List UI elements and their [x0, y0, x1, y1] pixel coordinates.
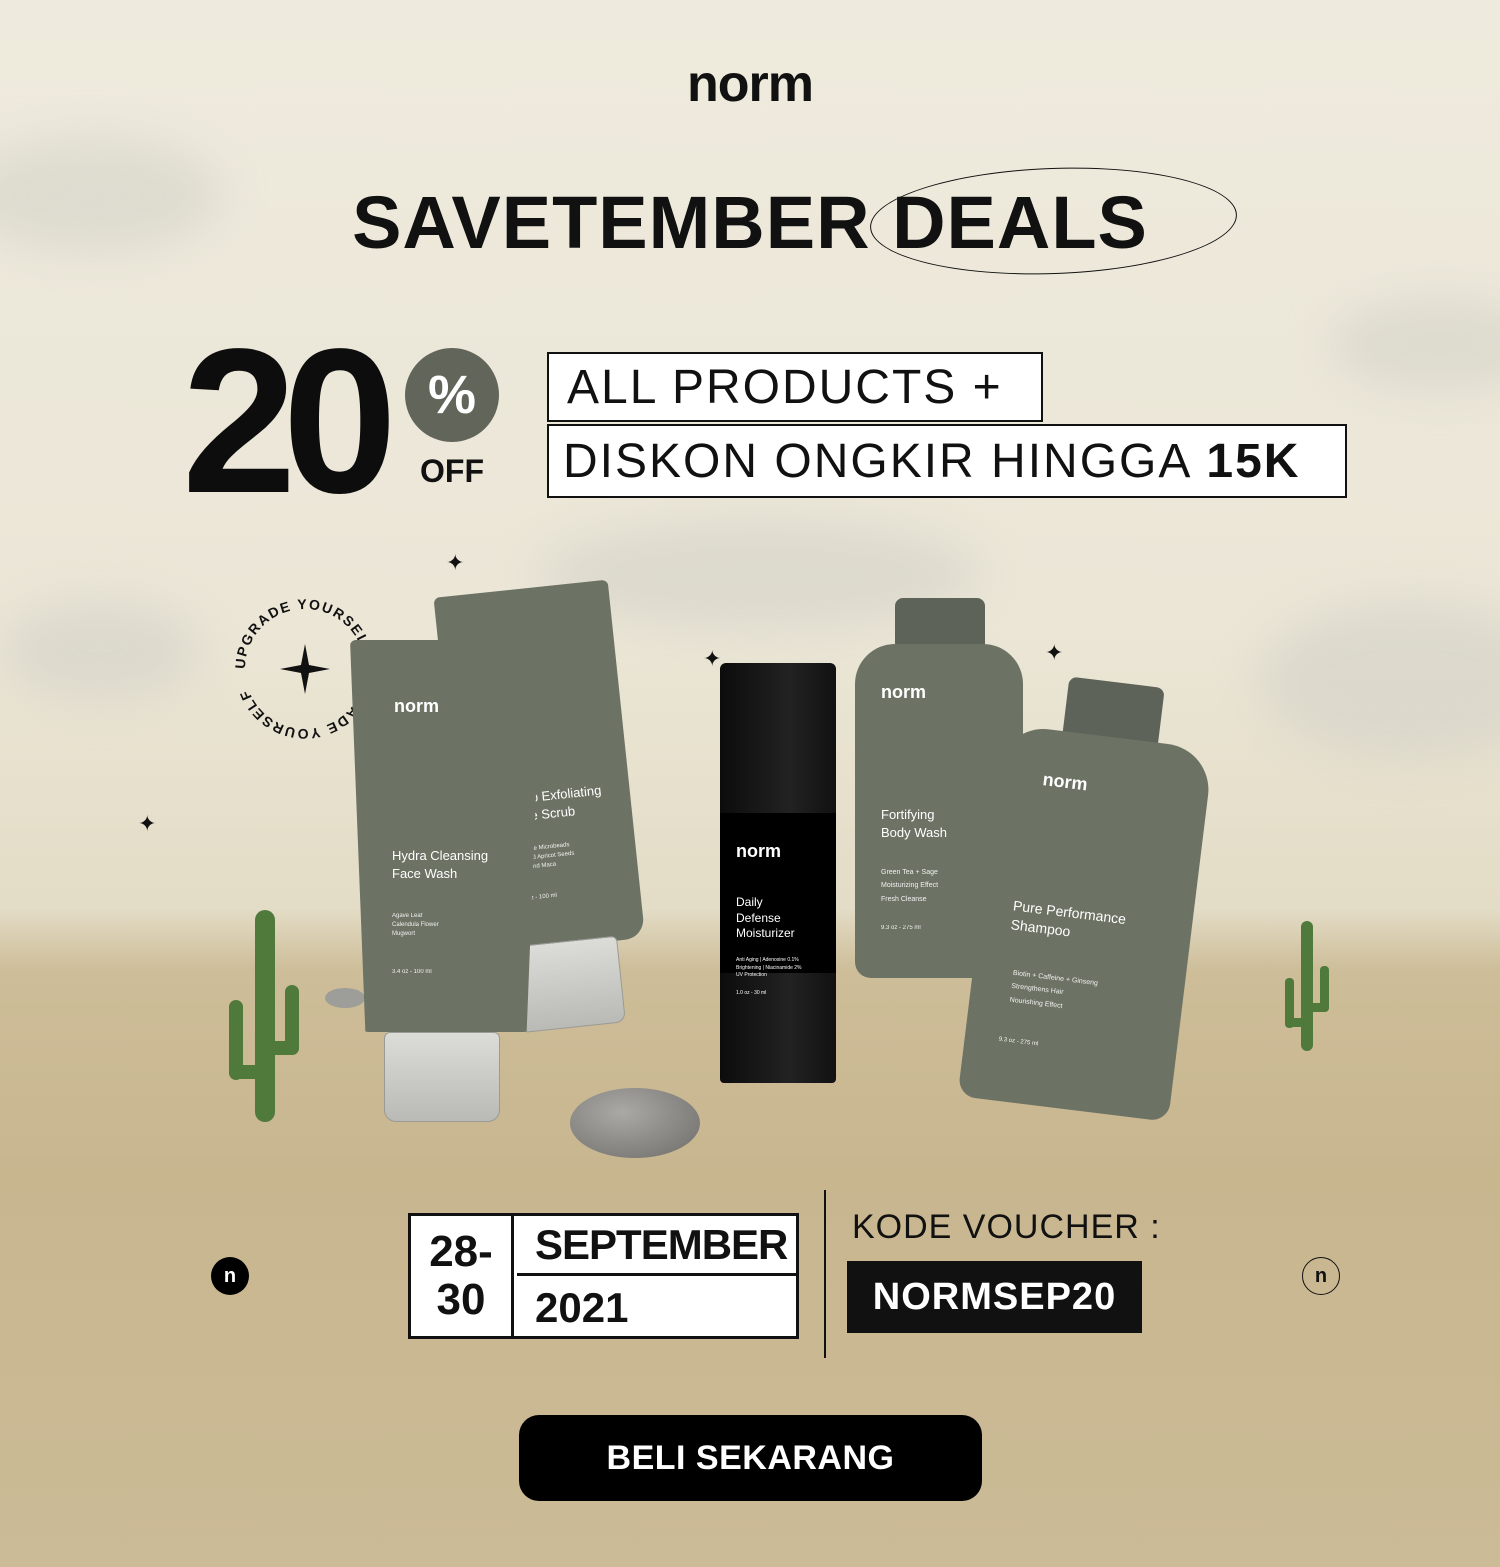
product-size: 3.4 oz - 100 ml — [392, 969, 432, 975]
divider — [824, 1190, 826, 1358]
product-size: 9.3 oz - 275 ml — [881, 925, 921, 931]
product-cap — [384, 1032, 500, 1122]
product-ingredients: Anti Aging | Adenosine 0.1% Brightening … — [736, 957, 802, 978]
norm-badge-left: n — [211, 1257, 249, 1295]
product-face-wash: norm Hydra Cleansing Face Wash Agave Lea… — [350, 640, 550, 1122]
norm-badge-right: n — [1302, 1257, 1340, 1295]
cloud — [1330, 300, 1500, 390]
cactus-left — [229, 910, 299, 1122]
offer-line-2-amount: 15K — [1206, 434, 1301, 488]
percent-badge: % — [405, 348, 499, 442]
voucher-code[interactable]: NORMSEP20 — [847, 1261, 1142, 1333]
buy-now-button[interactable]: BELI SEKARANG — [519, 1415, 982, 1501]
star-icon — [280, 644, 330, 694]
sparkle-icon: ✦ — [446, 550, 465, 575]
sparkle-icon: ✦ — [138, 811, 157, 836]
product-ingredients: Biotin + Caffeine + Ginseng Strengthens … — [1009, 969, 1099, 1010]
off-label: OFF — [420, 453, 484, 489]
cactus-right — [1285, 921, 1329, 1051]
product-label — [720, 813, 836, 973]
offer-line-1: ALL PRODUCTS + — [547, 352, 1043, 422]
offer-line-1-text: ALL PRODUCTS + — [567, 360, 1003, 414]
page-title: SAVETEMBER DEALS — [352, 181, 1148, 264]
cloud — [0, 600, 200, 700]
product-size: 1.0 oz - 30 ml — [736, 990, 767, 996]
rock — [570, 1088, 700, 1158]
date-year: 2021 — [535, 1283, 629, 1331]
product-moisturizer: norm Daily Defense Moisturizer Anti Agin… — [720, 663, 836, 1083]
discount-number: 20 — [182, 306, 397, 536]
product-name: Fortifying Body Wash — [881, 807, 947, 840]
product-name: Pure Performance Shampoo — [1009, 897, 1127, 940]
offer-line-2: DISKON ONGKIR HINGGA 15K — [547, 424, 1347, 498]
offer-line-2-text: DISKON ONGKIR HINGGA — [563, 434, 1193, 488]
cloud — [1260, 600, 1500, 760]
sparkle-icon: ✦ — [1045, 640, 1064, 665]
promo-banner: norm SAVETEMBER DEALS 20 % OFF ALL PRODU… — [0, 0, 1500, 1567]
sparkle-icon: ✦ — [703, 646, 722, 671]
product-name: Hydra Cleansing Face Wash — [392, 848, 489, 881]
voucher-label: KODE VOUCHER : — [852, 1208, 1161, 1246]
product-brand: norm — [394, 696, 439, 716]
date-month: SEPTEMBER — [517, 1216, 796, 1276]
brand-logo: norm — [687, 55, 814, 113]
product-brand: norm — [1041, 769, 1089, 795]
product-name: Daily Defense Moisturizer — [736, 895, 795, 941]
product-cap — [895, 598, 985, 646]
product-size: 9.3 oz - 275 ml — [998, 1036, 1039, 1048]
product-brand: norm — [736, 841, 781, 861]
date-days: 28- 30 — [411, 1216, 514, 1336]
product-ingredients: Agave Leaf Calendula Flower Mugwort — [392, 913, 439, 937]
promo-date: 28- 30 SEPTEMBER 2021 — [408, 1213, 799, 1339]
product-ingredients: Green Tea + Sage Moisturizing Effect Fre… — [881, 869, 939, 903]
product-brand: norm — [881, 682, 926, 702]
